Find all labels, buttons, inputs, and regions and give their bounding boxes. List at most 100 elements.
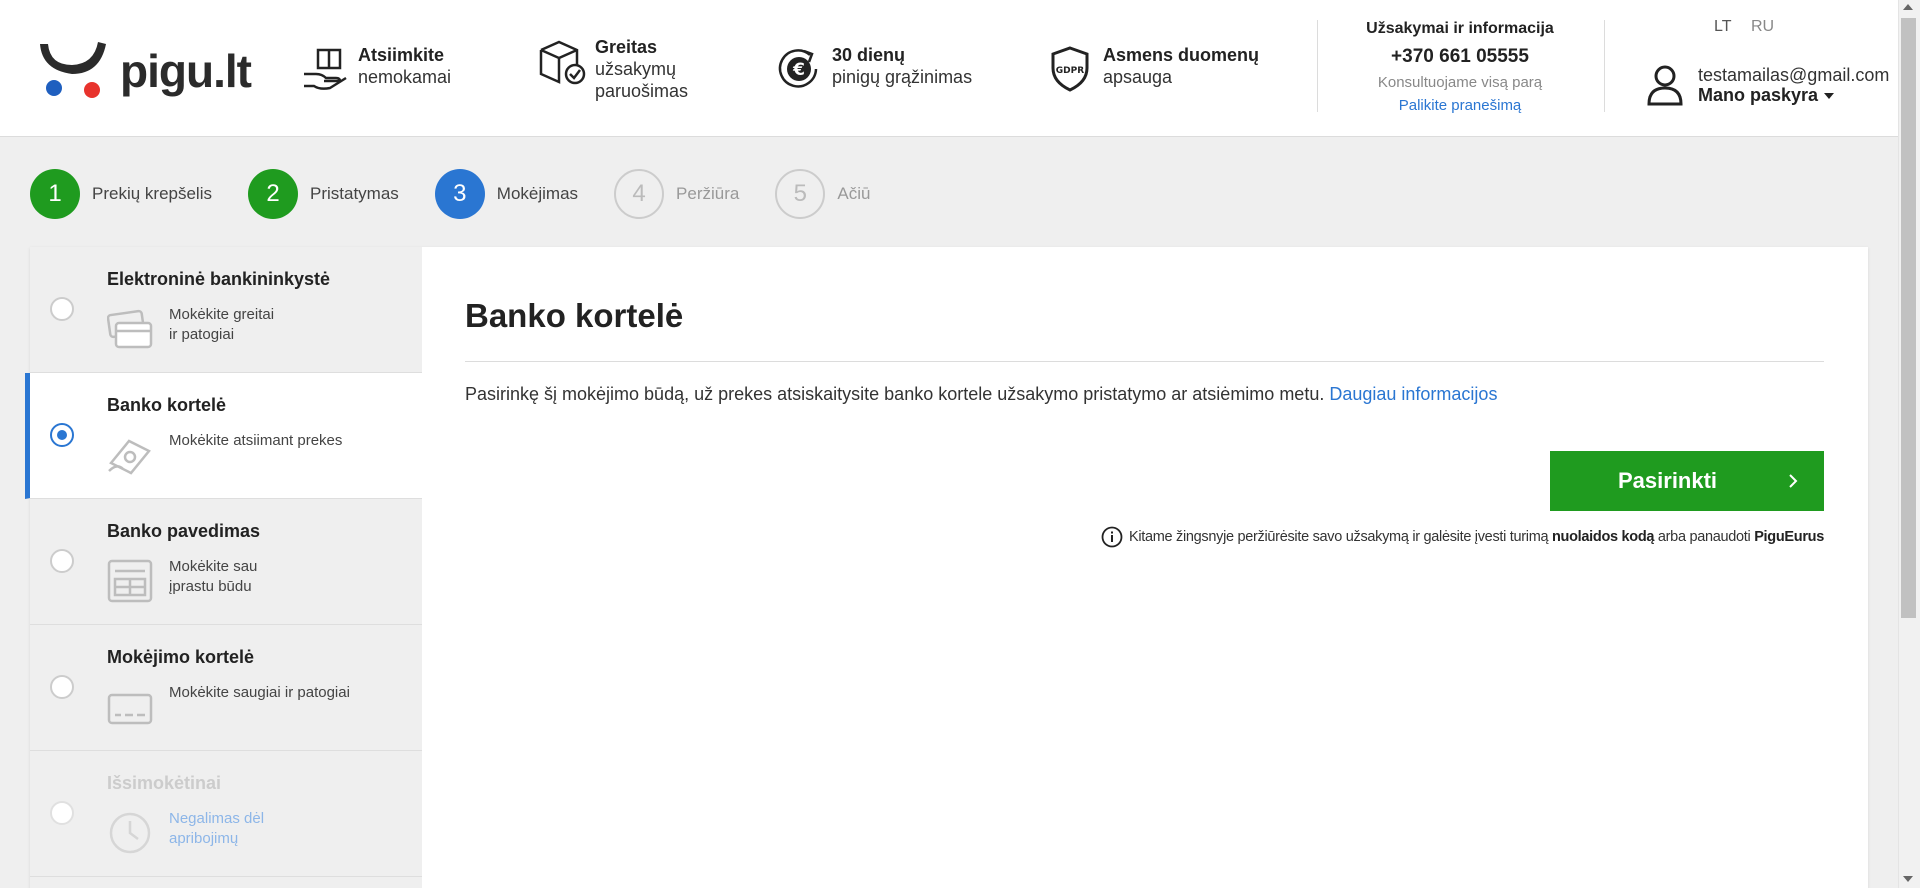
cash-hand-icon (108, 439, 151, 475)
step-label: Prekių krepšelis (92, 184, 212, 203)
info-text: Kitame žingsnyje peržiūrėsite savo užsak… (1128, 529, 1549, 545)
feature-pickup: Atsiimkite nemokamai (300, 44, 451, 94)
user-icon (1647, 65, 1683, 106)
info-discount-code: nuolaidos kodą (1552, 529, 1655, 545)
account-email: testamailas@gmail.com (1698, 65, 1890, 85)
clock-icon (109, 812, 151, 854)
contact-phone[interactable]: +370 661 05555 (1318, 44, 1602, 70)
payment-details: Banko kortelė Pasirinkę šį mokėjimo būdą… (422, 247, 1868, 888)
payment-method-bank-transfer[interactable]: Banko pavedimas Mokėkite sau įprastu būd… (30, 499, 422, 625)
step-review: 4 Peržiūra (614, 169, 739, 219)
payment-method-payment-card[interactable]: Mokėjimo kortelė Mokėkite saugiai ir pat… (30, 625, 422, 751)
box-check-icon (539, 40, 586, 85)
checkout-steps: 1 Prekių krepšelis 2 Pristatymas 3 Mokėj… (30, 169, 906, 219)
payment-methods-list: Elektroninė bankininkystė Mokėkite greit… (25, 247, 422, 888)
step-number: 3 (434, 169, 485, 219)
method-desc: Mokėkite greitai (169, 306, 275, 323)
site-header: pigu.lt Atsiimkite nemokamai Greitas užs… (0, 0, 1898, 137)
select-button-label: Pasirinkti (1618, 468, 1718, 493)
payment-card: Elektroninė bankininkystė Mokėkite greit… (25, 247, 1868, 888)
feature-gdpr: GDPR Asmens duomenų apsauga (1045, 44, 1259, 94)
step-label: Ačiū (837, 184, 871, 203)
select-button[interactable]: Pasirinkti (1550, 451, 1824, 511)
method-desc: Negalimas dėl (169, 810, 265, 827)
lang-ru-link[interactable]: RU (1751, 18, 1774, 36)
method-desc: įprastu būdu (169, 578, 252, 595)
feature-title: 30 dienų (832, 45, 906, 65)
step-label: Pristatymas (310, 184, 399, 203)
method-title: Banko kortelė (107, 395, 227, 415)
method-desc: Mokėkite sau (169, 558, 258, 575)
feature-desc: apsauga (1103, 67, 1173, 87)
chevron-right-icon (1789, 474, 1798, 488)
payment-method-bank-card[interactable]: Banko kortelė Mokėkite atsiimant prekes (25, 373, 422, 499)
payment-card-icon (107, 693, 153, 725)
cards-icon (107, 309, 153, 349)
step-thanks: 5 Ačiū (775, 169, 870, 219)
step-cart[interactable]: 1 Prekių krepšelis (30, 169, 212, 219)
contact-title: Užsakymai ir informacija (1366, 20, 1554, 37)
scroll-down-icon[interactable] (1903, 876, 1913, 882)
details-divider (465, 361, 1824, 362)
info-pigueurus: PiguEurus (1754, 529, 1824, 545)
payment-method-installments: Išsimokėtinai Negalimas dėl apribojimų (30, 751, 422, 877)
method-title: Išsimokėtinai (107, 773, 222, 793)
method-desc: ir patogiai (169, 326, 235, 343)
feature-desc: pinigų grąžinimas (832, 67, 973, 87)
feature-title: Asmens duomenų (1103, 45, 1260, 65)
account-label: Mano paskyra (1698, 85, 1819, 105)
method-title: Mokėjimo kortelė (107, 647, 255, 667)
step-number: 4 (614, 169, 665, 219)
feature-title: Atsiimkite (358, 45, 445, 65)
feature-title: Greitas (595, 37, 658, 57)
feature-money-back: € 30 dienų pinigų grąžinimas (774, 44, 972, 94)
euro-return-icon: € (778, 49, 818, 88)
feature-desc-line: užsakymų (595, 59, 677, 79)
step-label: Mokėjimas (496, 184, 579, 203)
method-radio-disabled (50, 801, 74, 825)
lang-lt-link[interactable]: LT (1714, 18, 1731, 36)
method-title: Elektroninė bankininkystė (107, 269, 331, 289)
step-number: 2 (248, 169, 298, 219)
method-title: Banko pavedimas (107, 521, 261, 541)
feature-desc: nemokamai (358, 67, 452, 87)
transfer-form-icon (107, 559, 153, 603)
method-desc: Mokėkite atsiimant prekes (169, 432, 343, 449)
details-title: Banko kortelė (465, 297, 684, 334)
header-divider (1604, 20, 1605, 112)
step-payment[interactable]: 3 Mokėjimas (434, 169, 579, 219)
contact-block: Užsakymai ir informacija +370 661 05555 … (1318, 18, 1602, 116)
method-radio[interactable] (50, 549, 74, 573)
feature-fast-processing: Greitas užsakymų paruošimas (537, 36, 688, 102)
details-description: Pasirinkę šį mokėjimo būdą, už prekes at… (465, 384, 1325, 404)
scroll-up-icon[interactable] (1903, 4, 1913, 10)
caret-down-icon (1824, 93, 1835, 100)
logo-mark-icon (40, 42, 106, 98)
scrollbar-thumb[interactable] (1901, 18, 1916, 618)
method-radio-selected[interactable] (50, 423, 74, 447)
account-label-row[interactable]: Mano paskyra (1698, 85, 1889, 105)
payment-method-ebanking[interactable]: Elektroninė bankininkystė Mokėkite greit… (30, 247, 422, 373)
leave-message-link[interactable]: Palikite pranešimą (1318, 96, 1602, 116)
method-radio[interactable] (50, 675, 74, 699)
method-desc: apribojimų (169, 830, 239, 847)
pigu-logo[interactable]: pigu.lt (36, 38, 252, 102)
info-icon (1101, 526, 1123, 548)
step-label: Peržiūra (676, 184, 740, 203)
info-text-mid: arba panaudoti (1657, 529, 1751, 545)
svg-text:€: € (792, 60, 805, 80)
gdpr-label: GDPR (1056, 66, 1084, 76)
step-number: 1 (30, 169, 80, 219)
account-menu[interactable]: testamailas@gmail.com Mano paskyra (1646, 64, 1889, 106)
logo-text: pigu.lt (120, 45, 252, 97)
step-delivery[interactable]: 2 Pristatymas (248, 169, 399, 219)
feature-desc-line: paruošimas (595, 81, 689, 101)
method-radio[interactable] (50, 297, 74, 321)
next-step-info: Kitame žingsnyje peržiūrėsite savo užsak… (1101, 526, 1824, 548)
more-info-link[interactable]: Daugiau informacijos (1329, 384, 1497, 404)
contact-consult-text: Konsultuojame visą parą (1377, 74, 1543, 91)
method-desc: Mokėkite saugiai ir patogiai (169, 684, 350, 701)
step-number: 5 (775, 169, 826, 219)
gdpr-shield-icon: GDPR (1051, 46, 1089, 92)
hand-package-icon (304, 48, 347, 90)
